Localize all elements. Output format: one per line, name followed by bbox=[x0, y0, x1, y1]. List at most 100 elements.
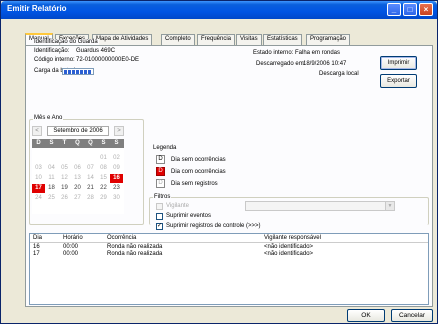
calendar-day[interactable]: 16 bbox=[110, 174, 123, 183]
tab-complete[interactable]: Completo bbox=[161, 34, 195, 45]
calendar-header: < Setembro de 2006 > bbox=[32, 126, 124, 137]
tab-frequency[interactable]: Frequência bbox=[197, 34, 236, 45]
calendar-day[interactable]: 27 bbox=[71, 194, 84, 203]
internal-code-label: Código interno: bbox=[34, 57, 75, 63]
calendar-day[interactable]: 08 bbox=[97, 164, 110, 173]
calendar-day[interactable]: 10 bbox=[32, 174, 45, 183]
calendar-day[interactable]: 23 bbox=[110, 184, 123, 193]
vigilante-select[interactable]: ▼ bbox=[245, 201, 395, 211]
cell-occurrence: Ronda não realizada bbox=[107, 244, 163, 250]
list-header: Dia Horário Ocorrência Vigilante respons… bbox=[30, 234, 428, 243]
dialog-window: Emitir Relatório _ □ × Manual Exceções M… bbox=[0, 0, 438, 324]
window-title: Emitir Relatório bbox=[7, 4, 67, 13]
cell-time: 00:00 bbox=[63, 251, 79, 257]
calendar-group-label: Mês e Ano bbox=[33, 115, 64, 121]
cancel-button[interactable]: Cancelar bbox=[391, 309, 433, 322]
occurrence-list[interactable]: Dia Horário Ocorrência Vigilante respons… bbox=[29, 233, 429, 305]
calendar-day[interactable]: 30 bbox=[110, 194, 123, 203]
export-button[interactable]: Exportar bbox=[380, 74, 417, 88]
calendar-day[interactable]: 21 bbox=[84, 184, 97, 193]
weekday-tue: T bbox=[62, 140, 67, 146]
cell-day: 17 bbox=[33, 251, 40, 257]
next-month-button[interactable]: > bbox=[114, 126, 124, 136]
legend-no-events-text: Dia sem ocorrências bbox=[171, 157, 226, 163]
tab-activity-map[interactable]: Mapa de Atividades bbox=[92, 34, 153, 45]
calendar-day[interactable]: 02 bbox=[110, 154, 123, 163]
suppress-control-label: Suprimir registros de controle (>>>) bbox=[166, 223, 261, 229]
calendar-day[interactable]: 01 bbox=[97, 154, 110, 163]
calendar-day[interactable]: 03 bbox=[32, 164, 45, 173]
close-button[interactable]: × bbox=[419, 3, 433, 16]
calendar-day[interactable]: 20 bbox=[71, 184, 84, 193]
weekday-fri: S bbox=[101, 140, 106, 146]
calendar-day[interactable]: 28 bbox=[84, 194, 97, 203]
calendar-day[interactable]: 22 bbox=[97, 184, 110, 193]
col-time[interactable]: Horário bbox=[63, 235, 83, 241]
calendar-day[interactable]: 09 bbox=[110, 164, 123, 173]
calendar-day[interactable]: 06 bbox=[71, 164, 84, 173]
calendar-day[interactable]: 13 bbox=[71, 174, 84, 183]
legend-events-text: Dia com ocorrências bbox=[171, 169, 226, 175]
chevron-down-icon: ▼ bbox=[385, 202, 394, 210]
minimize-button[interactable]: _ bbox=[387, 3, 401, 16]
weekday-sun: D bbox=[36, 140, 41, 146]
weekday-wed: Q bbox=[75, 140, 80, 146]
calendar-day[interactable]: 14 bbox=[84, 174, 97, 183]
download-mode: Descarga local bbox=[319, 71, 359, 77]
calendar-day[interactable]: 17 bbox=[32, 184, 45, 193]
calendar-day[interactable]: 07 bbox=[84, 164, 97, 173]
battery-level-bar bbox=[62, 68, 94, 75]
col-guard[interactable]: Vigilante responsável bbox=[264, 235, 321, 241]
weekday-thu: Q bbox=[88, 140, 93, 146]
col-day[interactable]: Dia bbox=[33, 235, 42, 241]
prev-month-button[interactable]: < bbox=[32, 126, 42, 136]
calendar-day[interactable]: 24 bbox=[32, 194, 45, 203]
calendar-day[interactable]: 04 bbox=[45, 164, 58, 173]
internal-code-value: 72-01000000000E0-DE bbox=[76, 57, 140, 63]
table-row[interactable]: 16 00:00 Ronda não realizada <não identi… bbox=[30, 244, 428, 251]
cell-guard: <não identificado> bbox=[264, 244, 314, 250]
calendar-day[interactable]: 25 bbox=[45, 194, 58, 203]
calendar-day[interactable]: 12 bbox=[58, 174, 71, 183]
checkmark-icon: ✓ bbox=[157, 223, 163, 229]
legend-events-swatch: D bbox=[156, 167, 165, 176]
filters-group-label: Filtros bbox=[153, 194, 172, 200]
cell-guard: <não identificado> bbox=[264, 251, 314, 257]
weekday-mon: S bbox=[49, 140, 54, 146]
calendar-day[interactable]: 29 bbox=[97, 194, 110, 203]
downloaded-label: Descarregado em: bbox=[256, 61, 306, 67]
cell-occurrence: Ronda não realizada bbox=[107, 251, 163, 257]
calendar-day[interactable]: 15 bbox=[97, 174, 110, 183]
maximize-button[interactable]: □ bbox=[403, 3, 417, 16]
suppress-control-checkbox[interactable]: ✓ bbox=[156, 223, 163, 230]
weekday-sat: S bbox=[114, 140, 119, 146]
vigilante-label: Vigilante bbox=[166, 203, 189, 209]
calendar-grid: 01 02 03 04 05 06 07 08 09 10 11 12 13 14 15 16 17 18 19 20… bbox=[32, 148, 124, 214]
cell-time: 00:00 bbox=[63, 244, 79, 250]
col-occurrence[interactable]: Ocorrência bbox=[107, 235, 136, 241]
table-row[interactable]: 17 00:00 Ronda não realizada <não identi… bbox=[30, 251, 428, 258]
suppress-events-checkbox[interactable] bbox=[156, 213, 163, 220]
legend-group-label: Legenda bbox=[153, 145, 177, 151]
calendar-day[interactable]: 26 bbox=[58, 194, 71, 203]
legend-no-records-text: Dia sem registros bbox=[171, 181, 218, 187]
cell-day: 16 bbox=[33, 244, 40, 250]
legend-no-events-swatch: D bbox=[156, 155, 165, 164]
title-bar[interactable]: Emitir Relatório _ □ × bbox=[1, 1, 437, 19]
tab-schedule[interactable]: Programação bbox=[306, 34, 351, 45]
calendar-day[interactable]: 19 bbox=[58, 184, 71, 193]
downloaded-value: 18/9/2006 10:47 bbox=[303, 61, 347, 67]
calendar-day[interactable]: 11 bbox=[45, 174, 58, 183]
legend-no-records-swatch: D bbox=[156, 179, 165, 188]
guard-group-label: Identificação do Guarda bbox=[33, 39, 99, 45]
tab-visits[interactable]: Visitas bbox=[236, 34, 262, 45]
weekday-header: D S T Q Q S S bbox=[32, 139, 124, 148]
print-button[interactable]: Imprimir bbox=[380, 56, 417, 70]
calendar-day[interactable]: 05 bbox=[58, 164, 71, 173]
ok-button[interactable]: OK bbox=[347, 309, 385, 322]
calendar-day[interactable]: 18 bbox=[45, 184, 58, 193]
guard-id-label: Identificação: bbox=[34, 48, 70, 54]
vigilante-checkbox[interactable] bbox=[156, 203, 163, 210]
internal-state-label: Estado interno: bbox=[253, 50, 294, 56]
tab-statistics[interactable]: Estatísticas bbox=[263, 34, 302, 45]
